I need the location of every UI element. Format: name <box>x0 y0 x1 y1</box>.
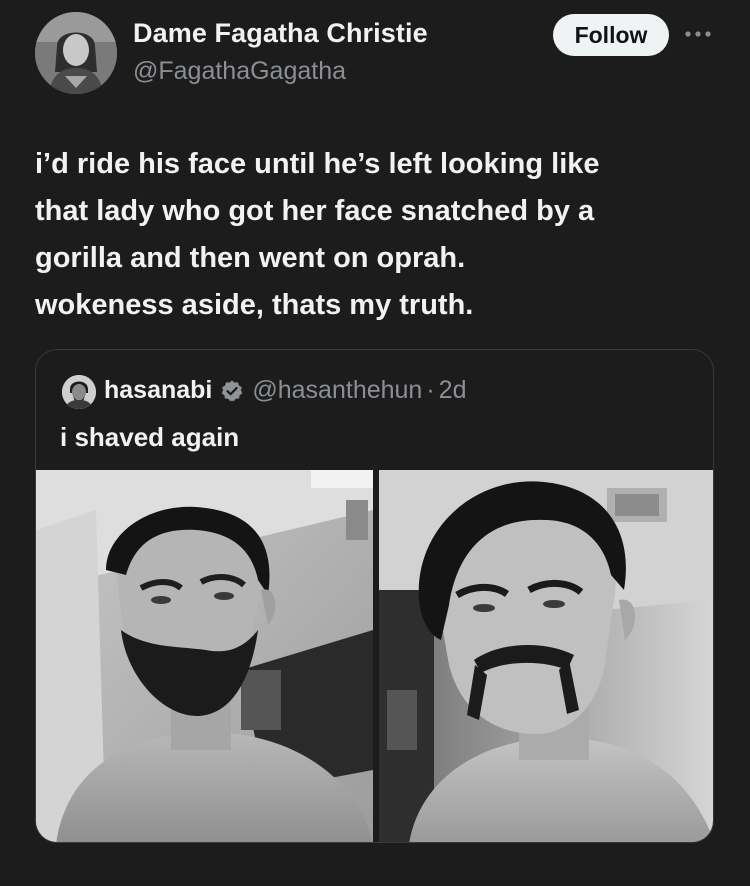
tweet-text-line: wokeness aside, thats my truth. <box>35 289 474 321</box>
quoted-tweet-header: hasanabi @hasanthehun · 2d <box>104 376 466 405</box>
more-horizontal-icon[interactable] <box>683 24 713 44</box>
quoted-tweet-timestamp[interactable]: 2d <box>439 376 467 405</box>
tweet-text-line: that lady who got her face snatched by a <box>35 195 595 227</box>
verified-badge-icon <box>220 379 244 403</box>
quoted-tweet-text: i shaved again <box>60 422 240 452</box>
quoted-photo-bearded[interactable] <box>36 470 373 842</box>
tweet-text-line: i’d ride his face until he’s left lookin… <box>35 148 600 180</box>
author-avatar-image <box>35 12 117 94</box>
tweet-text: i’d ride his face until he’s left lookin… <box>35 141 725 329</box>
quoted-photo-mustache[interactable] <box>379 470 713 842</box>
tweet-text-line: gorilla and then went on oprah. <box>35 242 466 274</box>
quoted-author-avatar[interactable] <box>62 375 96 409</box>
quoted-author-handle[interactable]: @hasanthehun <box>252 376 422 405</box>
quoted-author-name[interactable]: hasanabi <box>104 376 212 405</box>
author-handle[interactable]: @FagathaGagatha <box>133 57 346 86</box>
header-separator: · <box>426 376 435 404</box>
follow-button[interactable]: Follow <box>553 14 669 56</box>
author-display-name[interactable]: Dame Fagatha Christie <box>133 18 428 49</box>
quoted-tweet-card[interactable]: hasanabi @hasanthehun · 2d i shaved agai… <box>35 349 714 843</box>
author-avatar[interactable] <box>35 12 117 94</box>
